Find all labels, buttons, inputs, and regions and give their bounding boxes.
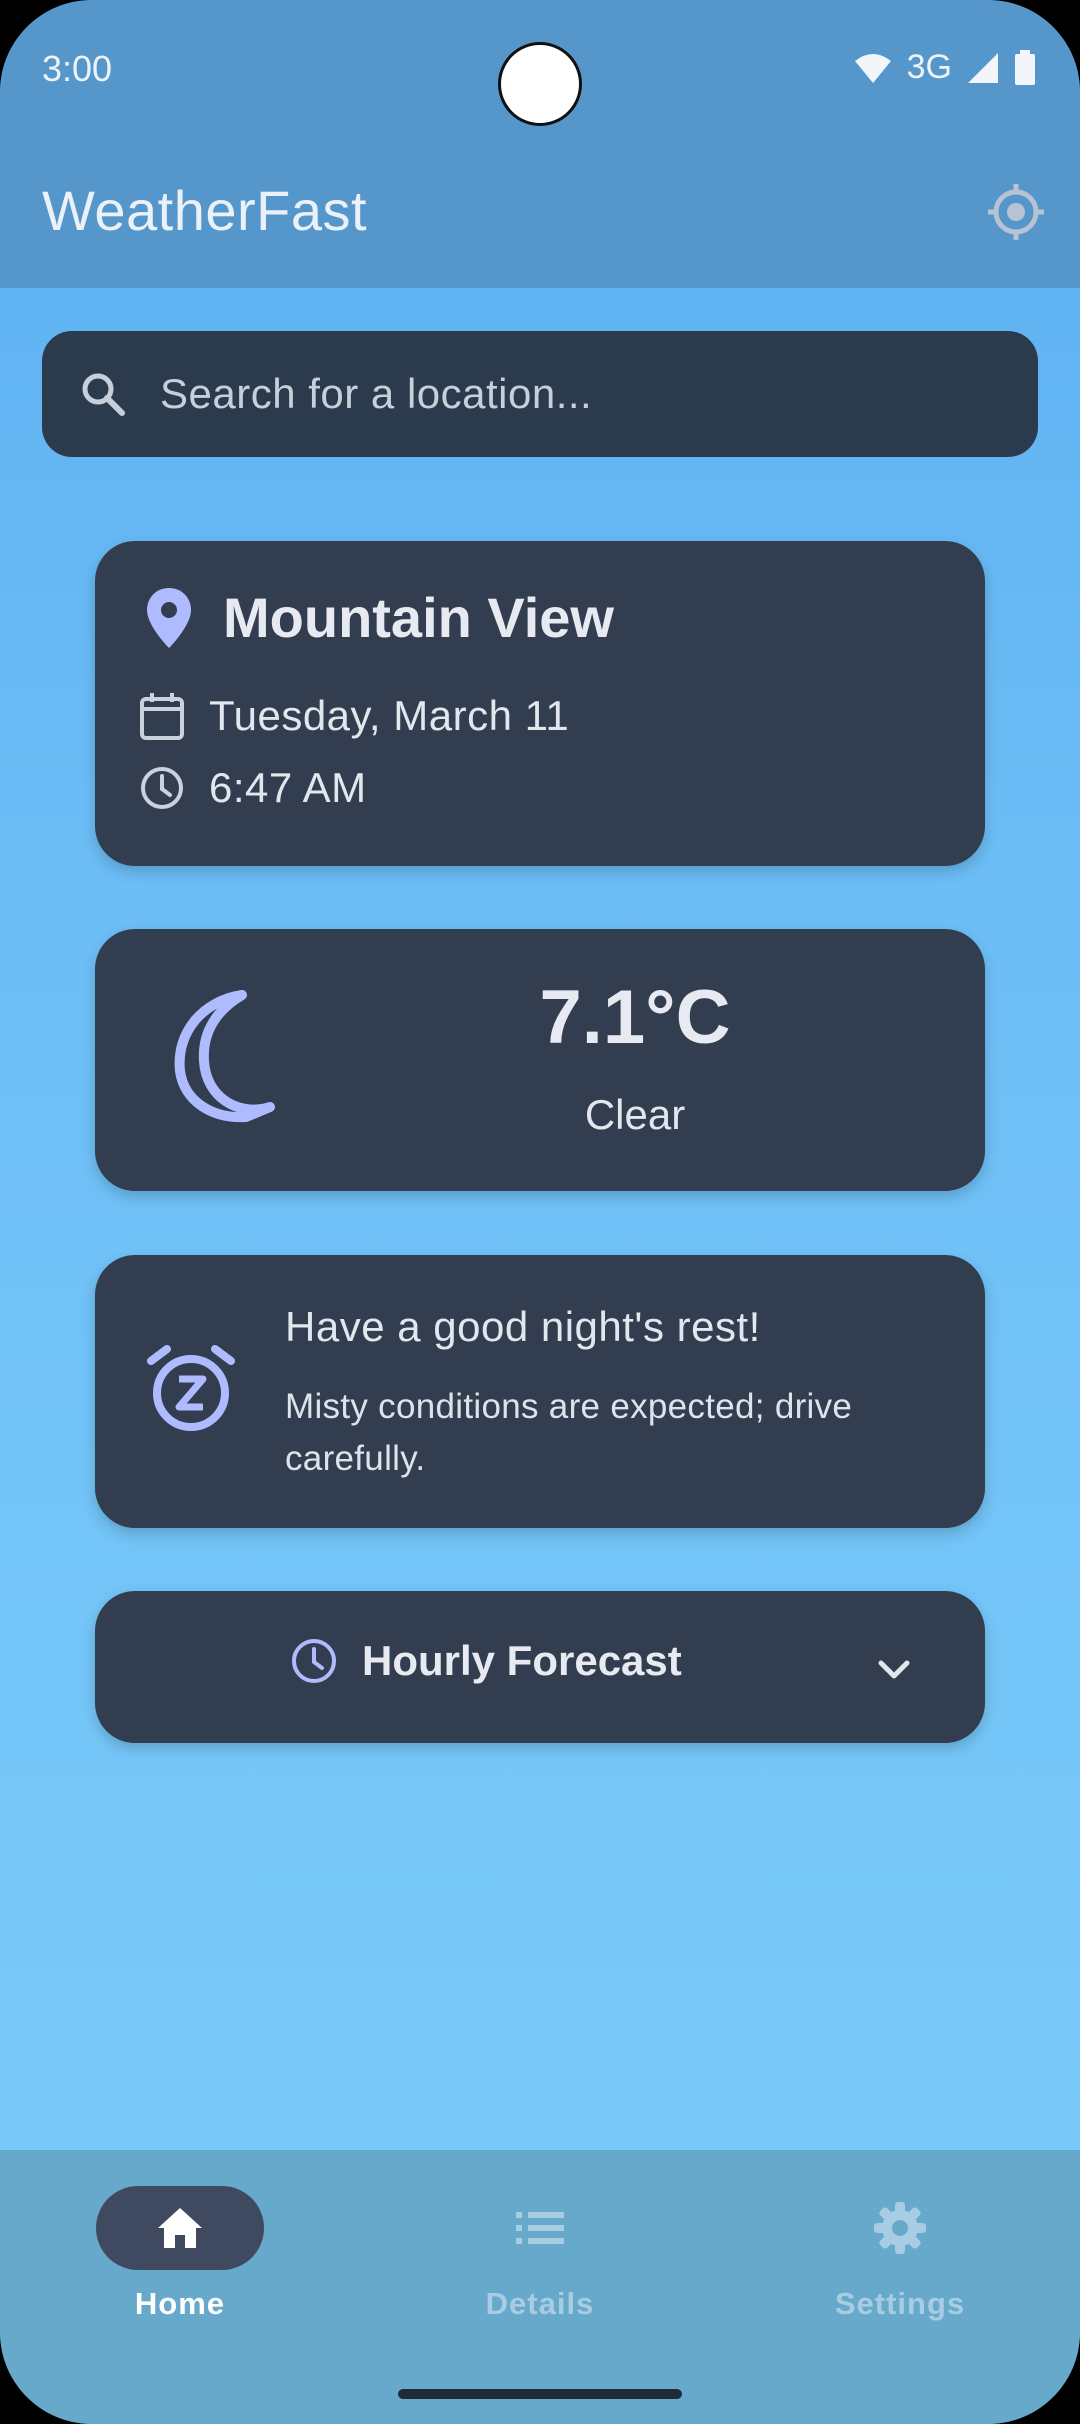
message-title: Have a good night's rest! [285,1303,761,1350]
nav-home-indicator [96,2186,264,2270]
cell-signal-icon [968,52,998,83]
search-input[interactable]: Search for a location... [160,370,592,418]
gear-icon [874,2202,926,2254]
temperature: 7.1°C [539,975,731,1060]
status-bar: 3:00 3G [0,0,1080,140]
battery-icon [1015,49,1035,85]
time-text: 6:47 AM [209,764,367,811]
home-icon [158,2208,202,2248]
network-type: 3G [906,48,952,86]
date-row: Tuesday, March 11 [139,691,569,741]
chevron-down-icon[interactable] [875,1651,913,1689]
condition: Clear [584,1091,686,1138]
search-bar[interactable]: Search for a location... [42,331,1038,457]
hourly-forecast-label: Hourly Forecast [362,1637,682,1684]
message-body: Misty conditions are expected; drive car… [285,1387,853,1478]
gesture-handle[interactable] [398,2389,682,2399]
status-time: 3:00 [42,48,113,89]
moon-icon [174,990,275,1123]
date-text: Tuesday, March 11 [209,692,570,739]
location-pin-icon [147,587,191,648]
location-card: Mountain View Tuesday, March 11 6:47 AM [95,541,985,866]
list-icon [516,2212,564,2244]
phone-screen: 3:00 3G WeatherFast Search for a locatio… [0,0,1080,2424]
bottom-navigation: Home Details Settings [0,2150,1080,2424]
my-location-icon[interactable] [984,180,1048,244]
nav-settings-label: Settings [834,2286,966,2321]
nav-settings[interactable]: Settings [780,2186,1020,2322]
city-name: Mountain View [223,586,614,649]
city-row: Mountain View [145,585,614,650]
hourly-forecast-header: Hourly Forecast [290,1637,682,1685]
alarm-snooze-icon [147,1345,235,1431]
message-card: Have a good night's rest! Misty conditio… [95,1255,985,1528]
wifi-icon [854,53,891,83]
nav-details[interactable]: Details [420,2186,660,2322]
app-title: WeatherFast [42,179,368,242]
calendar-icon [140,693,184,740]
nav-home-label: Home [134,2286,226,2321]
current-weather-card: 7.1°C Clear [95,929,985,1191]
status-icons: 3G [853,48,1036,87]
clock-icon [292,1639,336,1683]
search-icon [82,373,125,416]
nav-details-label: Details [485,2286,595,2321]
nav-home[interactable]: Home [60,2186,300,2322]
top-app-bar: 3:00 3G WeatherFast [0,0,1080,288]
clock-icon [141,767,183,809]
hourly-forecast-toggle[interactable]: Hourly Forecast [95,1591,985,1743]
time-row: 6:47 AM [139,764,367,812]
camera-cutout [498,42,582,126]
